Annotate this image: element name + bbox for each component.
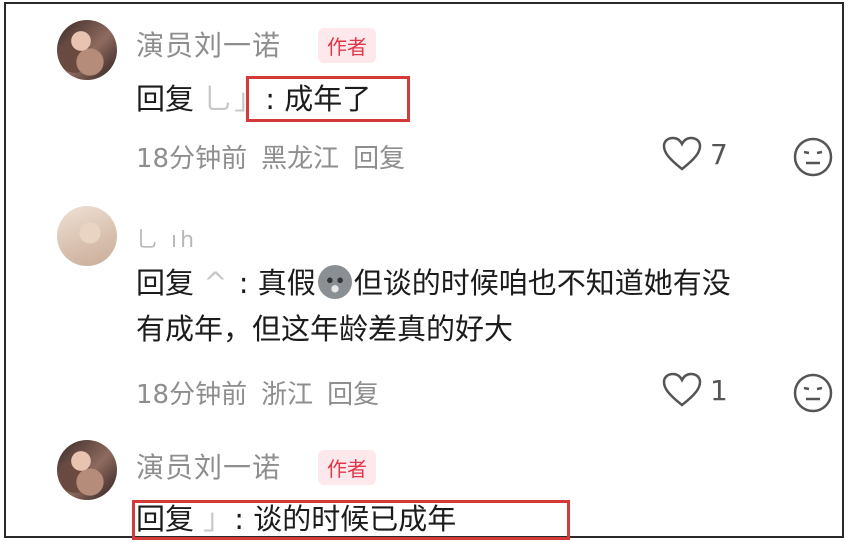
reply-button[interactable]: 回复 bbox=[353, 144, 405, 174]
avatar[interactable] bbox=[57, 20, 117, 80]
author-badge: 作者 bbox=[318, 28, 376, 63]
reply-prefix: 回复 bbox=[136, 266, 195, 300]
comment-time: 18分钟前 bbox=[136, 380, 248, 410]
reply-body-cont: 但谈的时候咱也不知道她有没 bbox=[353, 266, 731, 300]
reply-prefix: 回复 bbox=[136, 82, 195, 116]
like-button[interactable]: 1 bbox=[662, 372, 728, 408]
neutral-face-icon[interactable] bbox=[792, 136, 834, 178]
comment-location: 浙江 bbox=[261, 380, 314, 410]
comment-time: 18分钟前 bbox=[136, 144, 248, 174]
comment-username[interactable]: 演员刘一诺 bbox=[136, 24, 281, 64]
like-count: 1 bbox=[710, 373, 728, 407]
comment-username[interactable]: 演员刘一诺 bbox=[136, 446, 281, 486]
highlight-box bbox=[132, 500, 570, 540]
comment-meta: 18分钟前 浙江 回复 bbox=[136, 374, 393, 411]
reply-button[interactable]: 回复 bbox=[327, 380, 379, 410]
comment-location: 黑龙江 bbox=[261, 144, 340, 174]
like-count: 7 bbox=[710, 137, 728, 171]
heart-outline-icon bbox=[662, 136, 702, 171]
avatar[interactable] bbox=[57, 206, 117, 266]
reply-body-line2: 有成年，但这年龄差真的好大 bbox=[136, 312, 514, 346]
pig-face-emoji bbox=[317, 265, 352, 299]
heart-outline-icon bbox=[662, 372, 702, 407]
comment-username[interactable]: 乚 ıh bbox=[136, 222, 197, 254]
like-button[interactable]: 7 bbox=[662, 136, 728, 172]
author-badge: 作者 bbox=[318, 450, 376, 485]
comment-meta: 18分钟前 黑龙江 回复 bbox=[136, 138, 419, 175]
comment-text: 回复 ^ : 真假 但谈的时候咱也不知道她有没 有成年，但这年龄差真的好大 bbox=[136, 260, 731, 352]
reply-body: 真假 bbox=[257, 266, 316, 300]
reply-separator: : bbox=[229, 266, 258, 300]
reply-target[interactable]: ^ bbox=[203, 260, 229, 306]
neutral-face-icon[interactable] bbox=[792, 372, 834, 414]
highlight-box bbox=[246, 76, 410, 122]
avatar[interactable] bbox=[57, 440, 117, 500]
